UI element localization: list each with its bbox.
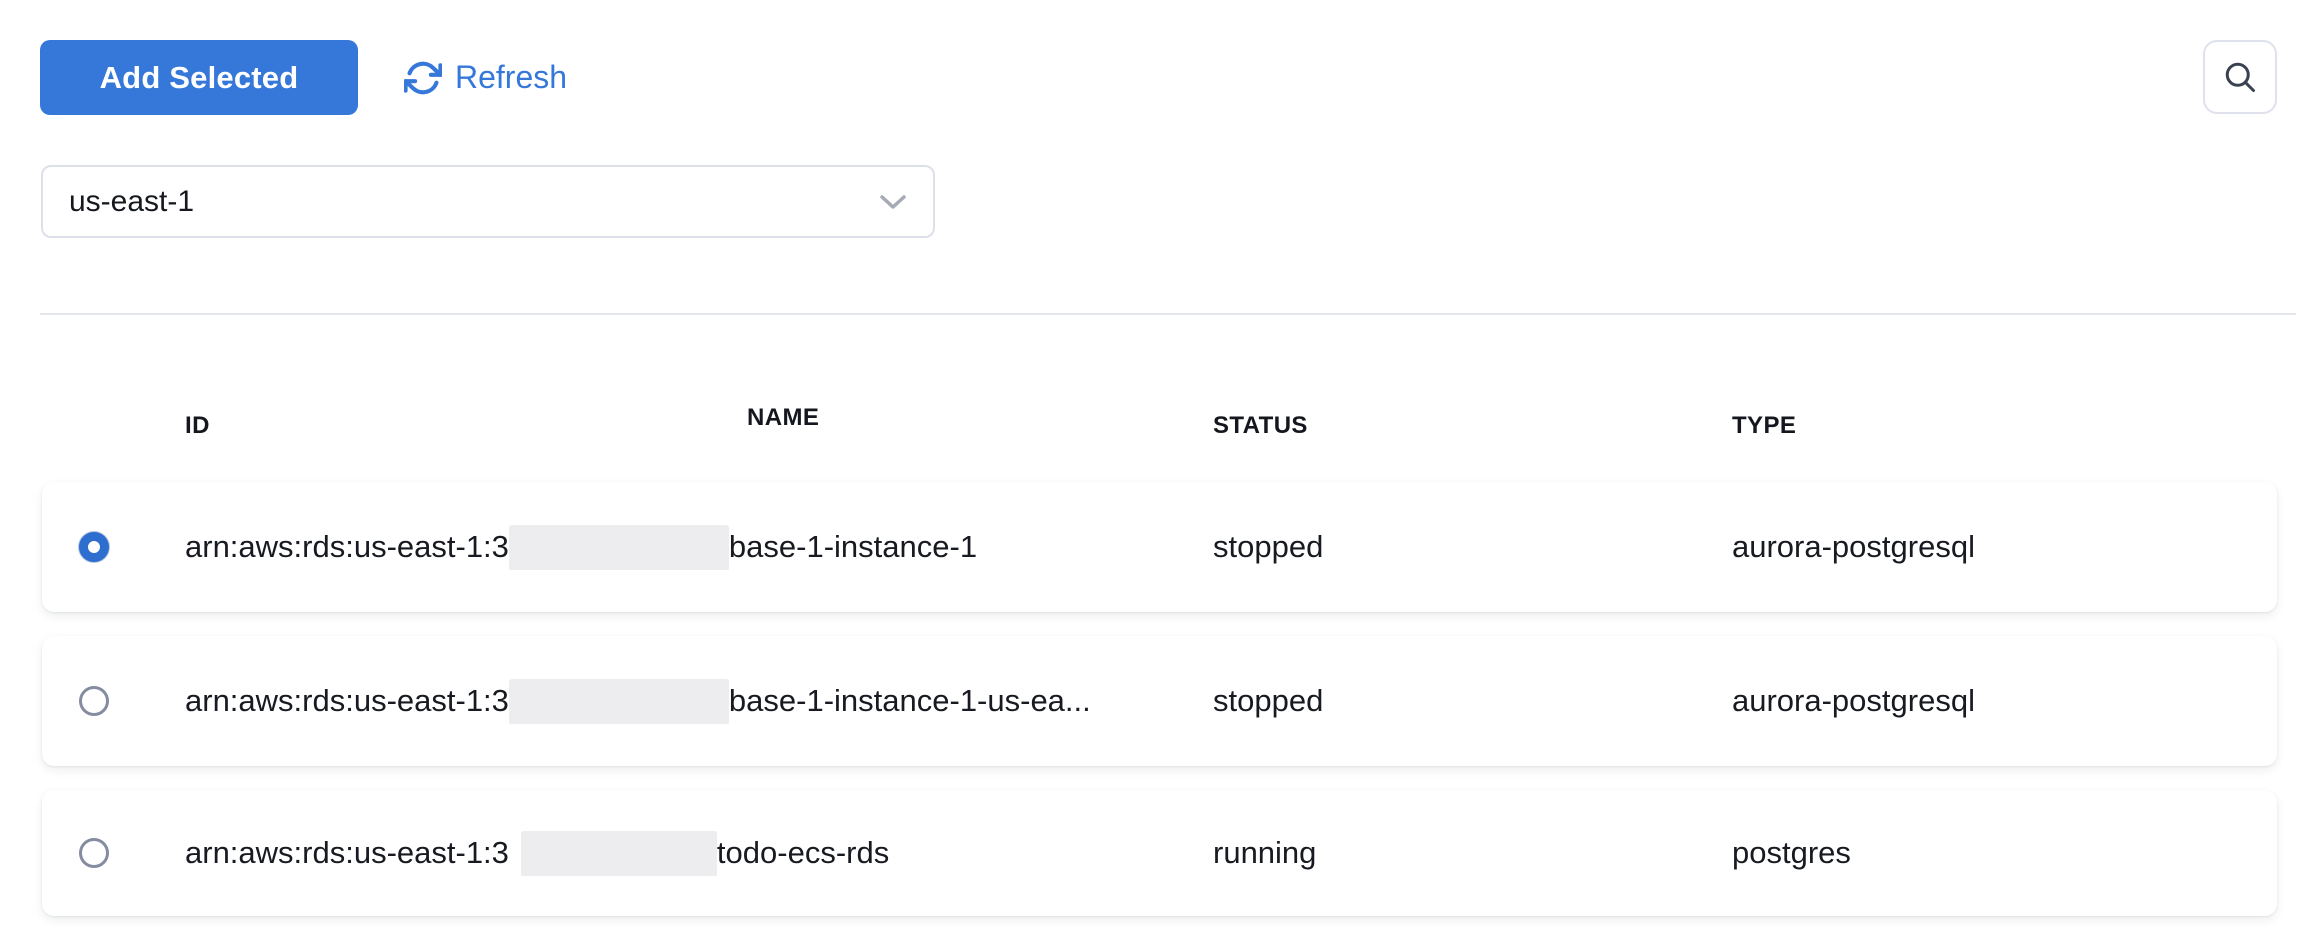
status-cell: running — [1213, 835, 1732, 871]
status-cell: stopped — [1213, 683, 1732, 719]
status-cell: stopped — [1213, 529, 1732, 565]
refresh-icon — [404, 59, 442, 97]
region-select-value: us-east-1 — [69, 185, 194, 219]
search-button[interactable] — [2203, 40, 2277, 114]
type-cell: aurora-postgresql — [1732, 529, 2277, 565]
type-cell: aurora-postgresql — [1732, 683, 2277, 719]
type-cell: postgres — [1732, 835, 2277, 871]
id-suffix: base-1-instance-1 — [729, 529, 977, 565]
id-suffix: todo-ecs-rds — [717, 835, 889, 871]
table-row[interactable]: arn:aws:rds:us-east-1:3 base-1-instance-1… — [42, 636, 2277, 766]
search-icon — [2222, 59, 2258, 95]
radio-unselected[interactable] — [79, 686, 109, 716]
column-header-name: NAME — [747, 404, 1147, 448]
redacted-text-box — [521, 831, 717, 876]
refresh-label: Refresh — [455, 59, 567, 96]
chevron-down-icon — [879, 194, 907, 210]
add-selected-button[interactable]: Add Selected — [40, 40, 358, 115]
id-prefix: arn:aws:rds:us-east-1:3 — [185, 683, 509, 719]
region-select[interactable]: us-east-1 — [41, 165, 935, 238]
redacted-text-box — [509, 679, 729, 724]
id-prefix: arn:aws:rds:us-east-1:3 — [185, 529, 509, 565]
divider — [40, 313, 2296, 315]
radio-selected[interactable] — [79, 532, 109, 562]
refresh-button[interactable]: Refresh — [396, 40, 575, 115]
table-row[interactable]: arn:aws:rds:us-east-1:3 base-1-instance-1… — [42, 482, 2277, 612]
rds-instance-picker-page: Add Selected Refresh us-east-1 — [0, 0, 2298, 934]
id-prefix: arn:aws:rds:us-east-1:3 — [185, 835, 509, 871]
column-header-status: STATUS — [1213, 412, 1732, 440]
id-suffix: base-1-instance-1-us-ea... — [729, 683, 1091, 719]
table-header: ID STATUS TYPE — [42, 404, 2277, 448]
table-row[interactable]: arn:aws:rds:us-east-1:3 todo-ecs-rds runn… — [42, 790, 2277, 916]
redacted-text-box — [509, 525, 729, 570]
radio-unselected[interactable] — [79, 838, 109, 868]
column-header-type: TYPE — [1732, 412, 2277, 440]
